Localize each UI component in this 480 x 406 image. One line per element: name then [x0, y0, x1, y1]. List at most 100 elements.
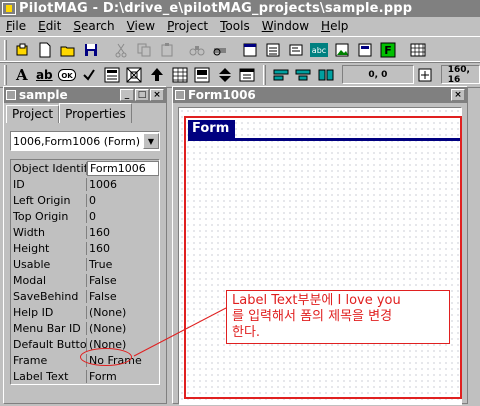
annotation-line: 를 입력해서 폼의 제목을 변경	[232, 309, 393, 324]
standard-toolbar: abc F	[0, 36, 480, 63]
close-button[interactable]: ×	[451, 89, 465, 101]
menu-search[interactable]: Search	[67, 19, 120, 33]
property-value[interactable]: False	[87, 274, 159, 287]
property-row[interactable]: Usable True	[11, 256, 159, 272]
gadget-tool-icon[interactable]	[124, 64, 146, 85]
property-row[interactable]: Default Button (None)	[11, 336, 159, 352]
popup-trigger-tool-icon[interactable]	[236, 64, 258, 85]
menu-help[interactable]: Help	[315, 19, 354, 33]
property-value[interactable]: 160	[87, 242, 159, 255]
abc-icon[interactable]: abc	[308, 39, 330, 60]
menu-tools[interactable]: Tools	[214, 19, 256, 33]
property-name: Object Identifie	[13, 161, 87, 175]
toolbar-grip[interactable]	[4, 39, 7, 60]
replace-icon[interactable]	[209, 39, 231, 60]
label-tool-icon[interactable]: A	[11, 64, 33, 85]
menu-mnemonic: H	[321, 19, 331, 33]
property-row[interactable]: Width 160	[11, 224, 159, 240]
property-name: Frame	[11, 353, 87, 367]
new-project-icon[interactable]	[11, 39, 33, 60]
tab-project[interactable]: Project	[6, 105, 60, 123]
align-left-icon[interactable]	[270, 64, 292, 85]
close-button[interactable]: ×	[150, 89, 164, 101]
toolbar-grip[interactable]	[263, 64, 266, 85]
title-bar: PilotMAG - D:\drive_e\pilotMAG_projects\…	[0, 0, 480, 17]
property-value[interactable]: 0	[87, 194, 159, 207]
form-icon	[175, 90, 185, 100]
property-value[interactable]: True	[87, 258, 159, 271]
same-size-icon[interactable]	[315, 64, 337, 85]
property-value[interactable]: 160	[87, 226, 159, 239]
property-row[interactable]: Object IdentifieForm1006	[11, 160, 159, 176]
menu-file[interactable]: File	[0, 19, 32, 33]
cut-icon[interactable]	[110, 39, 132, 60]
property-row[interactable]: Left Origin 0	[11, 192, 159, 208]
align-top-icon[interactable]	[293, 64, 315, 85]
minimize-button[interactable]: _	[120, 89, 134, 101]
menu-editor-icon[interactable]	[262, 39, 284, 60]
table-tool-icon[interactable]	[169, 64, 191, 85]
copy-icon[interactable]	[133, 39, 155, 60]
property-row[interactable]: Modal False	[11, 272, 159, 288]
save-icon[interactable]	[80, 39, 102, 60]
label-text-highlight-oval	[80, 348, 132, 366]
graffiti-tool-icon[interactable]	[146, 64, 168, 85]
form-canvas[interactable]: Form	[178, 107, 462, 405]
property-row[interactable]: ID 1006	[11, 176, 159, 192]
object-selector[interactable]: 1006,Form1006 (Form) ▼	[10, 131, 160, 151]
property-value[interactable]: Form	[87, 370, 159, 383]
checkbox-tool-icon[interactable]	[79, 64, 101, 85]
menu-mnemonic: S	[73, 19, 81, 33]
property-value[interactable]: 1006	[87, 178, 159, 191]
form-title-label: Form	[188, 120, 236, 138]
property-row[interactable]: Height 160	[11, 240, 159, 256]
chevron-down-icon[interactable]: ▼	[143, 133, 159, 149]
grid-icon[interactable]	[407, 39, 429, 60]
property-value-input[interactable]: Form1006	[87, 160, 159, 176]
menu-label-rest: earch	[80, 19, 115, 33]
property-row[interactable]: SaveBehind False	[11, 288, 159, 304]
menu-edit[interactable]: Edit	[32, 19, 67, 33]
menu-project[interactable]: Project	[161, 19, 214, 33]
toolbar-grip[interactable]	[4, 64, 7, 85]
new-file-icon[interactable]	[34, 39, 56, 60]
menu-window[interactable]: Window	[256, 19, 315, 33]
menu-view[interactable]: View	[121, 19, 161, 33]
find-icon[interactable]	[186, 39, 208, 60]
property-name: ID	[11, 177, 87, 191]
annotation-line: Label Text부분에 I love you	[232, 293, 401, 308]
property-value[interactable]: (None)	[87, 322, 159, 335]
form-bounds[interactable]: Form	[184, 116, 462, 399]
open-folder-icon[interactable]	[57, 39, 79, 60]
string-editor-icon[interactable]	[285, 39, 307, 60]
menu-mnemonic: V	[126, 19, 135, 33]
button-tool-icon[interactable]: OK	[56, 64, 78, 85]
tab-properties[interactable]: Properties	[59, 103, 132, 123]
list-tool-icon[interactable]	[101, 64, 123, 85]
menu-label-rest: roject	[174, 19, 209, 33]
menu-label-rest: dit	[45, 19, 62, 33]
property-name: Menu Bar ID	[11, 321, 87, 335]
font-icon[interactable]: F	[377, 39, 399, 60]
property-value[interactable]: (None)	[87, 306, 159, 319]
annotation-line: 한다.	[232, 325, 261, 340]
form-title-bar[interactable]: Form	[188, 120, 460, 141]
alert-icon[interactable]	[354, 39, 376, 60]
form-list-icon[interactable]	[239, 39, 261, 60]
property-value[interactable]: False	[87, 290, 159, 303]
property-row[interactable]: Help ID (None)	[11, 304, 159, 320]
property-row[interactable]: Menu Bar ID (None)	[11, 320, 159, 336]
property-name: Default Button	[13, 337, 87, 351]
field-tool-icon[interactable]: ab	[34, 64, 56, 85]
maximize-button[interactable]: □	[135, 89, 149, 101]
scrollbar-tool-icon[interactable]	[214, 64, 236, 85]
project-panel-title: sample	[19, 88, 68, 102]
bitmap-tool-icon[interactable]	[191, 64, 213, 85]
property-value[interactable]: 0	[87, 210, 159, 223]
window-title: PilotMAG - D:\drive_e\pilotMAG_projects\…	[19, 1, 413, 16]
paste-icon[interactable]	[156, 39, 178, 60]
toolbar2-ok-label: OK	[61, 72, 73, 80]
bitmap-icon[interactable]	[331, 39, 353, 60]
property-row[interactable]: Label Text Form	[11, 368, 159, 384]
property-row[interactable]: Top Origin 0	[11, 208, 159, 224]
